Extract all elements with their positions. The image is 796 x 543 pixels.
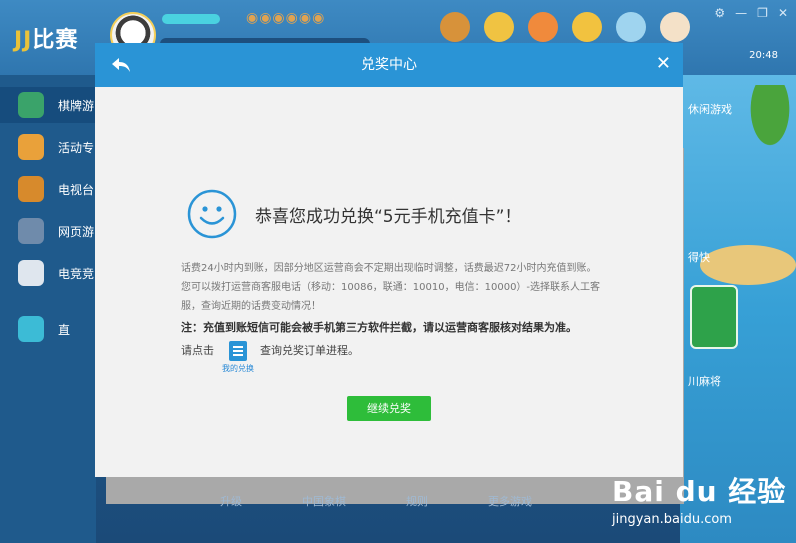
sidebar-item-web-games[interactable]: 网页游 (0, 213, 96, 249)
bg-tab: 更多游戏 (488, 495, 532, 508)
continue-redeem-button[interactable]: 继续兑奖 (347, 396, 431, 421)
close-icon[interactable]: ✕ (656, 52, 671, 76)
palm-tree (740, 85, 796, 165)
sidebar-item-events[interactable]: 活动专 (0, 129, 96, 165)
bg-tab: 升级 (220, 495, 242, 508)
window-controls: ⚙ — ❐ ✕ (714, 6, 788, 20)
close-window-icon[interactable]: ✕ (778, 6, 788, 20)
my-exchange-label: 我的兑换 (222, 364, 254, 373)
cow-icon[interactable] (660, 12, 690, 42)
bg-tab: 中国象棋 (302, 495, 346, 508)
gift-icon (18, 134, 44, 160)
scene-label-mahjong[interactable]: 川麻将 (688, 373, 721, 389)
back-arrow-icon[interactable] (109, 53, 133, 77)
dialog-header: 兑奖中心 ✕ (95, 43, 683, 87)
note-line: 话费24小时内到账，因部分地区运营商会不定期出现临时调整，话费最迟72小时内充值… (181, 263, 597, 274)
sidebar: 棋牌游 活动专 电视台 网页游 电竞竞 直 (0, 75, 96, 543)
my-exchange-button[interactable]: 我的兑换 (222, 341, 254, 374)
note-line: 您可以拨打运营商客服电话（移动：10086，联通：10010，电信：10000）… (181, 282, 601, 293)
sidebar-item-chess-cards[interactable]: 棋牌游 (0, 87, 96, 123)
note-line: 服，查询近期的话费变动情况！ (181, 301, 321, 312)
game-icon-row (440, 12, 690, 42)
mahjong-tile[interactable] (690, 285, 738, 349)
app-window: JJ比赛 ◉◉◉◉◉◉ ⚙ — ❐ ✕ 20:48 棋牌游 活动专 电视台 网页… (0, 0, 796, 543)
sidebar-item-tv[interactable]: 电视台 (0, 171, 96, 207)
success-headline: 恭喜您成功兑换“5元手机充值卡”！ (255, 207, 522, 227)
app-logo: JJ比赛 (14, 28, 79, 53)
mascot-icon[interactable] (484, 12, 514, 42)
sidebar-item-live[interactable]: 直 (0, 311, 96, 347)
sidebar-item-label: 直 (58, 322, 71, 337)
query-row: 请点击 我的兑换 查询兑奖订单进程。 (181, 341, 359, 374)
spade-icon (18, 92, 44, 118)
background-tabs: 升级 中国象棋 规则 更多游戏 (220, 493, 580, 509)
notes-text: 话费24小时内到账，因部分地区运营商会不定期出现临时调整，话费最迟72小时内充值… (181, 259, 611, 316)
sidebar-item-label: 网页游 (58, 224, 95, 239)
query-prefix: 请点击 (181, 344, 214, 357)
watermark-url: jingyan.baidu.com (612, 512, 732, 527)
document-icon (229, 341, 247, 361)
query-suffix: 查询兑奖订单进程。 (260, 344, 359, 357)
bird-icon[interactable] (616, 12, 646, 42)
treasure-chest-icon[interactable] (440, 12, 470, 42)
shield-icon (18, 218, 44, 244)
username (162, 14, 220, 24)
sidebar-item-label: 电竞竞 (58, 266, 95, 281)
sidebar-item-label: 棋牌游 (58, 98, 95, 113)
minimize-icon[interactable]: — (735, 6, 747, 20)
live-tv-icon (18, 316, 44, 342)
watermark-logo: Bai du 经验 (612, 475, 787, 508)
sidebar-item-esports[interactable]: 电竞竞 (0, 255, 96, 291)
redeem-center-dialog: 兑奖中心 ✕ 恭喜您成功兑换“5元手机充值卡”！ 话费24小时内到账，因部分地区… (95, 43, 683, 477)
dialog-title: 兑奖中心 (361, 57, 417, 73)
sms-warning: 注：充值到账短信可能会被手机第三方软件拦截，请以运营商客服核对结果为准。 (181, 321, 577, 334)
scene-label-casual: 休闲游戏 (688, 103, 732, 116)
settings-icon[interactable]: ⚙ (714, 6, 725, 20)
smiley-icon (187, 189, 237, 239)
scene-label-pdk[interactable]: 得快 (688, 249, 710, 265)
sidebar-item-label: 活动专 (58, 140, 95, 155)
tv-icon (18, 176, 44, 202)
coins-row: ◉◉◉◉◉◉ (246, 10, 326, 26)
baidu-watermark: Bai du 经验 jingyan.baidu.com (612, 470, 786, 527)
island (700, 245, 796, 285)
bg-tab: 规则 (406, 495, 428, 508)
restore-icon[interactable]: ❐ (757, 6, 768, 20)
clock: 20:48 (749, 50, 778, 61)
fish-icon[interactable] (528, 12, 558, 42)
sidebar-item-label: 电视台 (58, 182, 95, 197)
coin-icon[interactable] (572, 12, 602, 42)
gamepad-icon (18, 260, 44, 286)
